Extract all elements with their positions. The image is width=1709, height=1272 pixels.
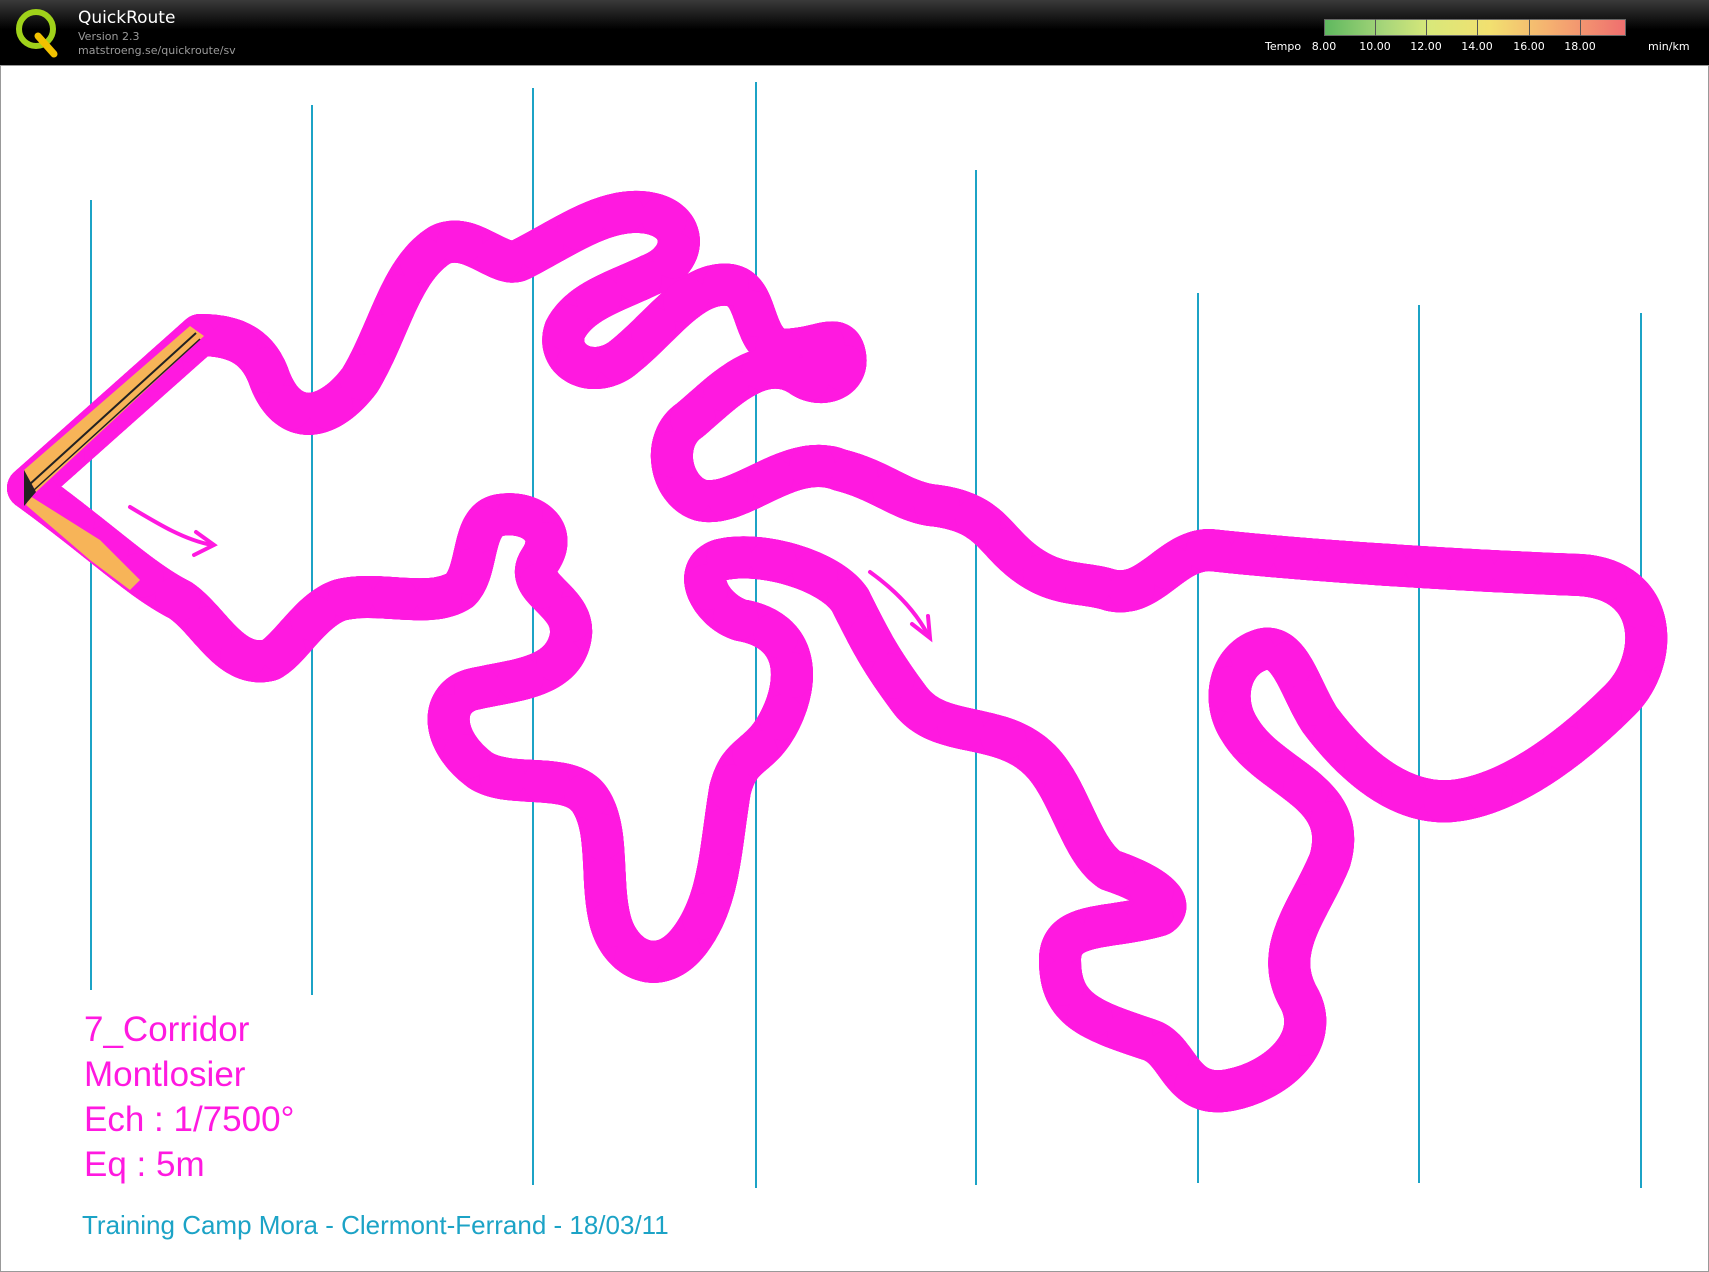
direction-arrow-icon [128, 505, 218, 557]
course-scale: Ech : 1/7500° [84, 1100, 295, 1139]
orienteering-map[interactable] [0, 0, 1709, 1272]
course-equidistance: Eq : 5m [84, 1145, 205, 1184]
footer-caption: Training Camp Mora - Clermont-Ferrand - … [82, 1210, 669, 1240]
course-name: 7_Corridor [84, 1010, 250, 1049]
corridor-route [7, 212, 1646, 1091]
course-place: Montlosier [84, 1055, 246, 1094]
